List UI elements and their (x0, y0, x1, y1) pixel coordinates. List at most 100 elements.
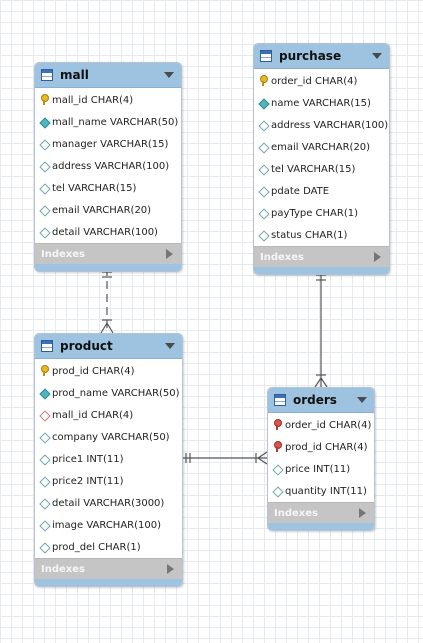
collapse-caret-icon[interactable] (357, 397, 367, 403)
column-list: mall_id CHAR(4) mall_name VARCHAR(50) ma… (35, 88, 181, 243)
column-row[interactable]: prod_id CHAR(4) (268, 436, 374, 458)
column-row[interactable]: order_id CHAR(4) (254, 70, 389, 92)
primary-key-icon (259, 75, 268, 86)
primary-key-icon (40, 365, 49, 376)
table-header[interactable]: product (35, 334, 182, 359)
column-label: name VARCHAR(15) (271, 97, 371, 109)
table-orders[interactable]: orders order_id CHAR(4) prod_id CHAR(4) … (267, 387, 375, 531)
indexes-label: Indexes (41, 248, 85, 260)
nullable-column-icon (40, 140, 48, 148)
column-row[interactable]: prod_name VARCHAR(50) (35, 382, 182, 404)
expand-arrow-icon[interactable] (374, 252, 381, 262)
column-row[interactable]: email VARCHAR(20) (35, 199, 181, 221)
column-label: detail VARCHAR(3000) (52, 497, 165, 509)
nullable-column-icon (40, 543, 48, 551)
table-title: orders (293, 393, 337, 407)
nullable-column-icon (40, 184, 48, 192)
table-mall[interactable]: mall mall_id CHAR(4) mall_name VARCHAR(5… (34, 62, 182, 272)
column-list: prod_id CHAR(4) prod_name VARCHAR(50) ma… (35, 359, 182, 558)
column-row[interactable]: tel VARCHAR(15) (254, 158, 389, 180)
table-product[interactable]: product prod_id CHAR(4) prod_name VARCHA… (34, 333, 183, 587)
column-row[interactable]: address VARCHAR(100) (254, 114, 389, 136)
crow-foot (100, 322, 108, 334)
crow-foot (320, 377, 328, 388)
collapse-caret-icon[interactable] (372, 53, 382, 59)
column-row[interactable]: price INT(11) (268, 458, 374, 480)
nullable-column-icon (40, 228, 48, 236)
column-label: email VARCHAR(20) (52, 204, 152, 216)
nullable-column-icon (259, 121, 267, 129)
column-row[interactable]: name VARCHAR(15) (254, 92, 389, 114)
indexes-section[interactable]: Indexes (35, 558, 182, 579)
column-label: price INT(11) (285, 463, 351, 475)
nullable-column-icon (40, 521, 48, 529)
column-row[interactable]: email VARCHAR(20) (254, 136, 389, 158)
column-row[interactable]: status CHAR(1) (254, 224, 389, 246)
column-label: manager VARCHAR(15) (52, 138, 169, 150)
column-label: address VARCHAR(100) (271, 119, 389, 131)
table-header[interactable]: orders (268, 388, 374, 413)
column-row[interactable]: prod_id CHAR(4) (35, 360, 182, 382)
nullable-column-icon (273, 465, 281, 473)
column-row[interactable]: price2 INT(11) (35, 470, 182, 492)
column-label: image VARCHAR(100) (52, 519, 161, 531)
column-row[interactable]: prod_del CHAR(1) (35, 536, 182, 558)
relationship-purchase-orders (314, 270, 328, 388)
nullable-column-icon (273, 487, 281, 495)
column-row[interactable]: mall_name VARCHAR(50) (35, 111, 181, 133)
column-label: quantity INT(11) (285, 485, 367, 497)
column-label: address VARCHAR(100) (52, 160, 170, 172)
column-row[interactable]: address VARCHAR(100) (35, 155, 181, 177)
column-label: mall_id CHAR(4) (52, 409, 134, 421)
table-bottom-bar (268, 523, 374, 530)
indexes-label: Indexes (260, 251, 304, 263)
collapse-caret-icon[interactable] (164, 72, 174, 78)
column-row[interactable]: order_id CHAR(4) (268, 414, 374, 436)
column-row[interactable]: image VARCHAR(100) (35, 514, 182, 536)
table-purchase[interactable]: purchase order_id CHAR(4) name VARCHAR(1… (253, 43, 390, 275)
relationship-product-orders (182, 451, 268, 465)
column-list: order_id CHAR(4) prod_id CHAR(4) price I… (268, 413, 374, 502)
column-label: detail VARCHAR(100) (52, 226, 158, 238)
column-row[interactable]: quantity INT(11) (268, 480, 374, 502)
column-label: pdate DATE (271, 185, 330, 197)
table-header[interactable]: mall (35, 63, 181, 88)
table-icon (41, 340, 53, 352)
indexes-label: Indexes (41, 563, 85, 575)
table-title: purchase (279, 49, 342, 63)
table-bottom-bar (254, 267, 389, 274)
expand-arrow-icon[interactable] (359, 508, 366, 518)
column-row[interactable]: mall_id CHAR(4) (35, 404, 182, 426)
indexes-section[interactable]: Indexes (254, 246, 389, 267)
table-header[interactable]: purchase (254, 44, 389, 69)
collapse-caret-icon[interactable] (165, 343, 175, 349)
column-row[interactable]: price1 INT(11) (35, 448, 182, 470)
column-label: prod_name VARCHAR(50) (52, 387, 180, 399)
expand-arrow-icon[interactable] (166, 249, 173, 259)
expand-arrow-icon[interactable] (167, 564, 174, 574)
column-row[interactable]: mall_id CHAR(4) (35, 89, 181, 111)
column-label: payType CHAR(1) (271, 207, 358, 219)
indexes-section[interactable]: Indexes (268, 502, 374, 523)
column-row[interactable]: pdate DATE (254, 180, 389, 202)
crow-foot (106, 322, 114, 334)
nullable-column-icon (40, 206, 48, 214)
indexes-section[interactable]: Indexes (35, 243, 181, 264)
column-label: tel VARCHAR(15) (271, 163, 356, 175)
column-row[interactable]: tel VARCHAR(15) (35, 177, 181, 199)
column-row[interactable]: detail VARCHAR(100) (35, 221, 181, 243)
table-icon (41, 69, 53, 81)
nullable-column-icon (40, 162, 48, 170)
foreign-key-column-icon (40, 411, 48, 419)
column-row[interactable]: payType CHAR(1) (254, 202, 389, 224)
column-label: order_id CHAR(4) (285, 419, 372, 431)
column-row[interactable]: detail VARCHAR(3000) (35, 492, 182, 514)
column-label: prod_del CHAR(1) (52, 541, 141, 553)
column-row[interactable]: manager VARCHAR(15) (35, 133, 181, 155)
crow-foot (257, 451, 268, 459)
not-null-column-icon (40, 389, 48, 397)
not-null-column-icon (259, 99, 267, 107)
column-row[interactable]: company VARCHAR(50) (35, 426, 182, 448)
nullable-column-icon (259, 209, 267, 217)
table-icon (274, 394, 286, 406)
